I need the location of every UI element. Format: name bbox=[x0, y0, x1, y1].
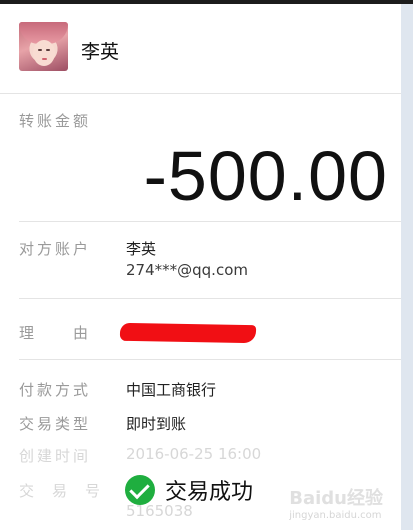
divider bbox=[0, 93, 401, 94]
transaction-status: 交易成功 bbox=[125, 474, 253, 506]
avatar-eye bbox=[46, 49, 50, 51]
transfer-amount: -500.00 bbox=[143, 137, 388, 215]
transaction-no-label: 交易号 bbox=[19, 482, 119, 500]
contact-avatar[interactable] bbox=[19, 22, 68, 71]
right-edge bbox=[401, 4, 413, 530]
payment-method: 中国工商银行 bbox=[126, 381, 217, 399]
transaction-type-label: 交易类型 bbox=[19, 415, 92, 433]
watermark: Baidu经验 jingyan.baidu.com bbox=[289, 484, 383, 521]
account-label: 对方账户 bbox=[19, 240, 92, 258]
contact-name: 李英 bbox=[81, 41, 120, 63]
contact-header[interactable]: 李英 bbox=[0, 4, 401, 90]
divider bbox=[19, 298, 401, 299]
divider bbox=[19, 221, 401, 222]
payment-method-label: 付款方式 bbox=[19, 381, 92, 399]
created-time-label: 创建时间 bbox=[19, 447, 92, 465]
divider bbox=[19, 359, 401, 360]
avatar-eye bbox=[38, 49, 42, 51]
account-email: 274***@qq.com bbox=[126, 261, 248, 279]
avatar-lip bbox=[42, 58, 47, 60]
account-name: 李英 bbox=[126, 240, 157, 258]
watermark-brand: Baidu经验 bbox=[289, 488, 383, 509]
avatar-face bbox=[33, 40, 55, 66]
status-text: 交易成功 bbox=[165, 480, 254, 505]
created-time: 2016-06-25 16:00 bbox=[126, 445, 262, 463]
redacted-reason bbox=[119, 322, 257, 344]
watermark-site: jingyan.baidu.com bbox=[289, 510, 382, 521]
amount-label: 转账金额 bbox=[19, 112, 92, 130]
transaction-type: 即时到账 bbox=[126, 415, 187, 433]
check-circle-icon bbox=[125, 475, 155, 505]
reason-label: 理 由 bbox=[19, 324, 92, 342]
transaction-detail-card: 李英 转账金额 -500.00 对方账户 李英 274***@qq.com 理 … bbox=[0, 4, 401, 530]
